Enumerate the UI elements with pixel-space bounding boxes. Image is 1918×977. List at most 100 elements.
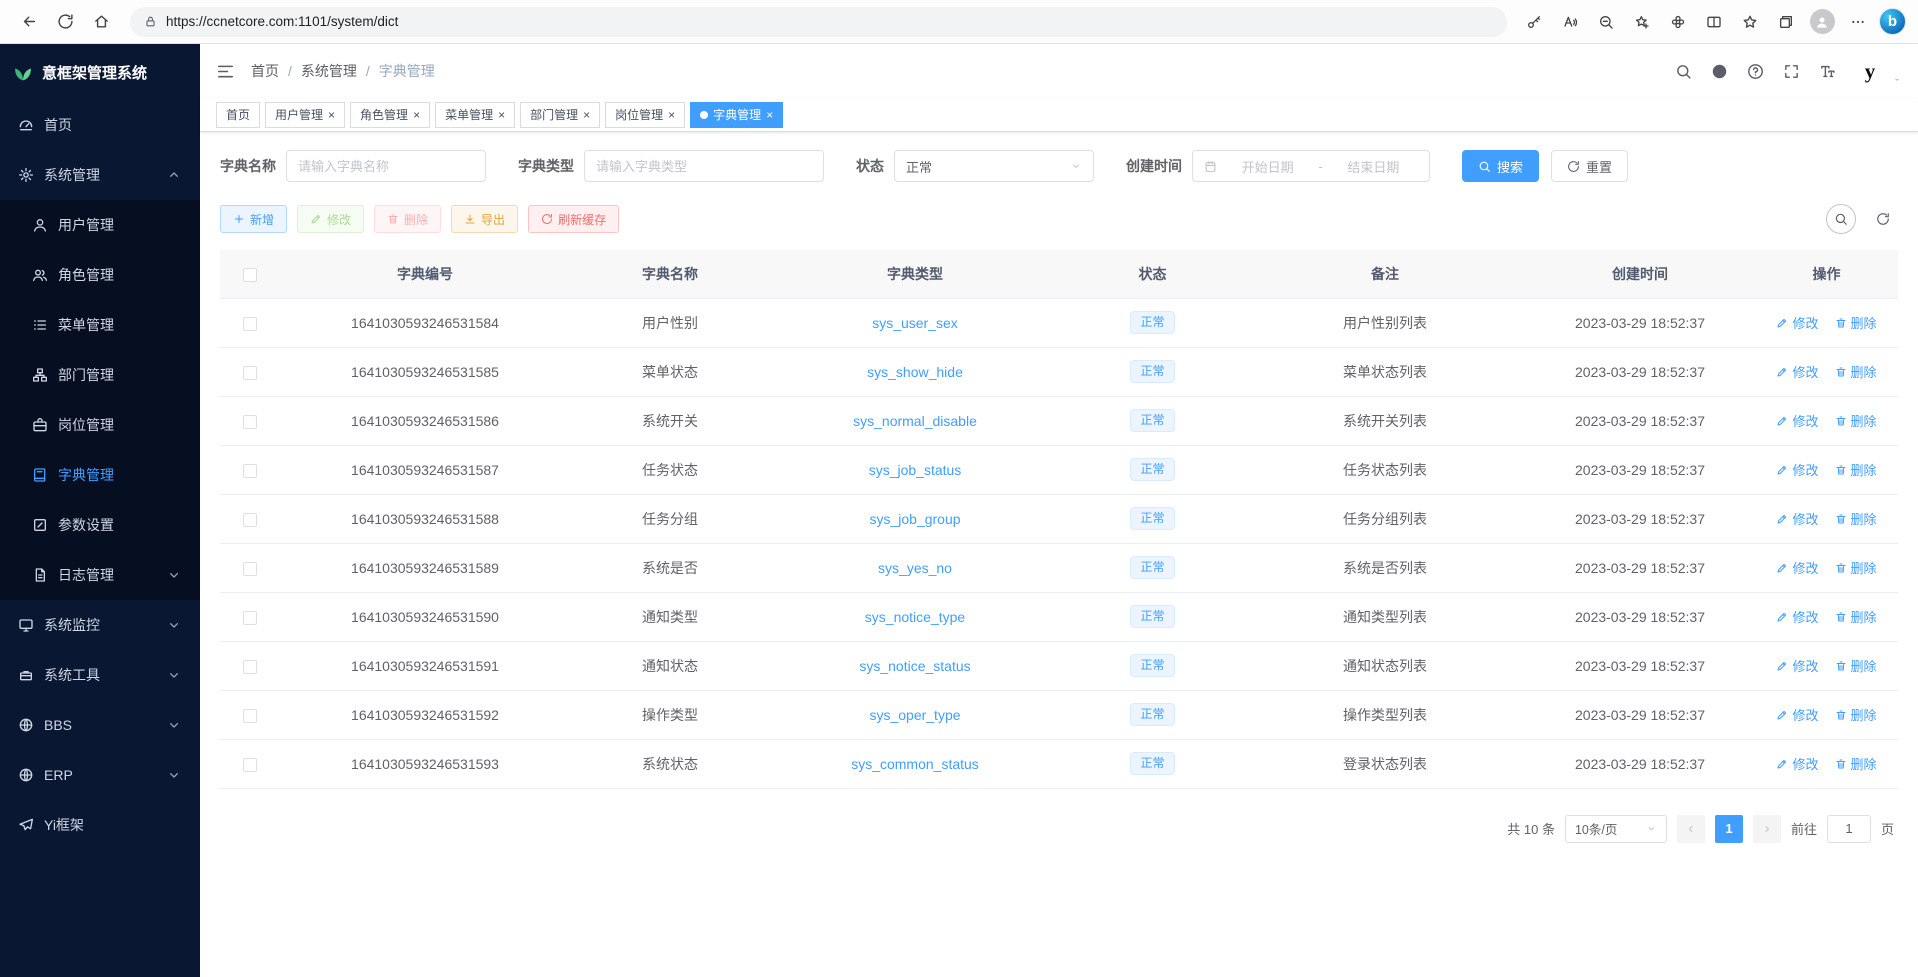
row-checkbox[interactable] xyxy=(243,513,257,527)
row-checkbox[interactable] xyxy=(243,464,257,478)
row-checkbox[interactable] xyxy=(243,415,257,429)
sidebar-item-bbs[interactable]: BBS xyxy=(0,700,200,750)
dict-type-link[interactable]: sys_notice_status xyxy=(859,658,970,674)
close-icon[interactable]: × xyxy=(328,109,335,121)
delete-button[interactable]: 删除 xyxy=(374,205,441,233)
tab-user[interactable]: 用户管理× xyxy=(265,102,345,128)
sidebar-item-user[interactable]: 用户管理 xyxy=(0,200,200,250)
row-edit-link[interactable]: 修改 xyxy=(1776,313,1818,332)
add-favorite-icon[interactable] xyxy=(1627,7,1657,37)
sidebar-item-menu[interactable]: 菜单管理 xyxy=(0,300,200,350)
more-menu-icon[interactable] xyxy=(1843,7,1873,37)
sidebar-item-role[interactable]: 角色管理 xyxy=(0,250,200,300)
dict-type-link[interactable]: sys_job_status xyxy=(869,462,962,478)
password-key-icon[interactable] xyxy=(1519,7,1549,37)
dict-type-link[interactable]: sys_notice_type xyxy=(865,609,965,625)
row-edit-link[interactable]: 修改 xyxy=(1776,705,1818,724)
row-delete-link[interactable]: 删除 xyxy=(1835,607,1877,626)
row-delete-link[interactable]: 删除 xyxy=(1835,509,1877,528)
row-edit-link[interactable]: 修改 xyxy=(1776,656,1818,675)
search-button[interactable]: 搜索 xyxy=(1462,150,1539,182)
close-icon[interactable]: × xyxy=(668,109,675,121)
export-button[interactable]: 导出 xyxy=(451,205,518,233)
github-icon[interactable] xyxy=(1711,63,1728,80)
address-bar[interactable]: https://ccnetcore.com:1101/system/dict xyxy=(130,7,1507,37)
refresh-table-button[interactable] xyxy=(1868,204,1898,234)
row-checkbox[interactable] xyxy=(243,660,257,674)
dict-type-input[interactable] xyxy=(596,159,812,174)
select-all-checkbox[interactable] xyxy=(243,268,257,282)
reset-button[interactable]: 重置 xyxy=(1551,150,1628,182)
profile-avatar[interactable] xyxy=(1807,7,1837,37)
row-checkbox[interactable] xyxy=(243,562,257,576)
tab-post[interactable]: 岗位管理× xyxy=(605,102,685,128)
sidebar-item-home[interactable]: 首页 xyxy=(0,100,200,150)
date-range-picker[interactable]: 开始日期 - 结束日期 xyxy=(1192,150,1430,182)
sidebar-item-dict[interactable]: 字典管理 xyxy=(0,450,200,500)
prev-page-button[interactable] xyxy=(1677,815,1705,843)
row-edit-link[interactable]: 修改 xyxy=(1776,558,1818,577)
row-edit-link[interactable]: 修改 xyxy=(1776,362,1818,381)
refresh-cache-button[interactable]: 刷新缓存 xyxy=(528,205,619,233)
breadcrumb-system[interactable]: 系统管理 xyxy=(301,61,357,81)
extensions-icon[interactable] xyxy=(1663,7,1693,37)
collections-icon[interactable] xyxy=(1771,7,1801,37)
row-checkbox[interactable] xyxy=(243,366,257,380)
split-screen-icon[interactable] xyxy=(1699,7,1729,37)
tab-home[interactable]: 首页 xyxy=(216,102,260,128)
dict-type-link[interactable]: sys_oper_type xyxy=(869,707,960,723)
sidebar-item-system[interactable]: 系统管理 xyxy=(0,150,200,200)
row-delete-link[interactable]: 删除 xyxy=(1835,705,1877,724)
row-delete-link[interactable]: 删除 xyxy=(1835,460,1877,479)
sidebar-item-post[interactable]: 岗位管理 xyxy=(0,400,200,450)
row-delete-link[interactable]: 删除 xyxy=(1835,362,1877,381)
close-icon[interactable]: × xyxy=(766,109,773,121)
status-select[interactable]: 正常 xyxy=(894,150,1094,182)
reload-icon[interactable] xyxy=(48,5,82,39)
sidebar-item-yiframe[interactable]: Yi框架 xyxy=(0,800,200,850)
dict-type-link[interactable]: sys_normal_disable xyxy=(853,413,977,429)
close-icon[interactable]: × xyxy=(498,109,505,121)
page-size-select[interactable]: 10条/页 xyxy=(1565,815,1667,843)
close-icon[interactable]: × xyxy=(583,109,590,121)
sidebar-item-param[interactable]: 参数设置 xyxy=(0,500,200,550)
read-aloud-icon[interactable] xyxy=(1555,7,1585,37)
dict-type-link[interactable]: sys_common_status xyxy=(851,756,979,772)
back-icon[interactable] xyxy=(12,5,46,39)
header-search-icon[interactable] xyxy=(1675,63,1692,80)
dict-name-input[interactable] xyxy=(298,159,474,174)
sidebar-item-log[interactable]: 日志管理 xyxy=(0,550,200,600)
dict-type-link[interactable]: sys_user_sex xyxy=(872,315,958,331)
tab-dept[interactable]: 部门管理× xyxy=(520,102,600,128)
help-icon[interactable] xyxy=(1747,63,1764,80)
row-checkbox[interactable] xyxy=(243,758,257,772)
font-size-icon[interactable] xyxy=(1819,63,1836,80)
add-button[interactable]: 新增 xyxy=(220,205,287,233)
sidebar-item-dept[interactable]: 部门管理 xyxy=(0,350,200,400)
row-checkbox[interactable] xyxy=(243,317,257,331)
sidebar-item-monitor[interactable]: 系统监控 xyxy=(0,600,200,650)
dict-type-link[interactable]: sys_job_group xyxy=(869,511,960,527)
close-icon[interactable]: × xyxy=(413,109,420,121)
page-number-current[interactable]: 1 xyxy=(1715,815,1743,843)
toggle-search-button[interactable] xyxy=(1826,204,1856,234)
row-edit-link[interactable]: 修改 xyxy=(1776,460,1818,479)
row-edit-link[interactable]: 修改 xyxy=(1776,411,1818,430)
favorites-icon[interactable] xyxy=(1735,7,1765,37)
sidebar-item-erp[interactable]: ERP xyxy=(0,750,200,800)
breadcrumb-home[interactable]: 首页 xyxy=(251,61,279,81)
tab-dict-active[interactable]: 字典管理× xyxy=(690,102,783,128)
row-delete-link[interactable]: 删除 xyxy=(1835,656,1877,675)
copilot-bing-icon[interactable]: b xyxy=(1879,8,1906,35)
goto-page-input[interactable] xyxy=(1827,815,1871,843)
zoom-icon[interactable] xyxy=(1591,7,1621,37)
row-delete-link[interactable]: 删除 xyxy=(1835,313,1877,332)
tab-menu[interactable]: 菜单管理× xyxy=(435,102,515,128)
dict-type-link[interactable]: sys_show_hide xyxy=(867,364,963,380)
edit-button[interactable]: 修改 xyxy=(297,205,364,233)
dict-type-link[interactable]: sys_yes_no xyxy=(878,560,952,576)
row-checkbox[interactable] xyxy=(243,709,257,723)
next-page-button[interactable] xyxy=(1753,815,1781,843)
user-avatar[interactable]: y xyxy=(1855,56,1885,86)
row-delete-link[interactable]: 删除 xyxy=(1835,411,1877,430)
